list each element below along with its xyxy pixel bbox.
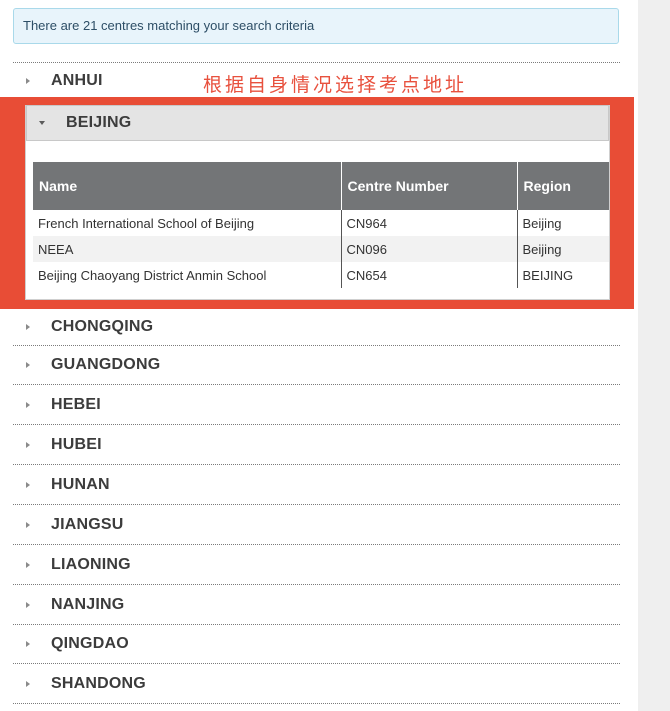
cell-centre-number: CN654 (341, 262, 518, 288)
accordion-label-guangdong: GUANGDONG (51, 356, 161, 373)
cell-name: French International School of Beijing (33, 210, 342, 236)
cell-centre-number: CN096 (341, 236, 518, 262)
column-header-name[interactable]: Name (33, 162, 342, 210)
cell-region: Beijing (522, 215, 562, 231)
accordion-item-jiangsu[interactable]: JIANGSU (13, 504, 620, 544)
accordion-label-hubei: HUBEI (51, 435, 102, 453)
accordion-panel-beijing: BEIJING Name Centre Number Region French… (25, 105, 610, 300)
accordion-label-shandong: SHANDONG (51, 674, 146, 692)
column-header-centre-number[interactable]: Centre Number (341, 162, 518, 210)
accordion-item-shandong[interactable]: SHANDONG (13, 663, 620, 703)
accordion-item-beijing[interactable]: BEIJING (26, 105, 609, 141)
accordion-item-hebei[interactable]: HEBEI (13, 384, 620, 424)
caret-down-icon (39, 121, 45, 125)
caret-right-icon (26, 362, 30, 368)
accordion-item-nanjing[interactable]: NANJING (13, 584, 620, 624)
accordion-item-liaoning[interactable]: LIAONING (13, 544, 620, 584)
table-row: French International School of Beijing C… (33, 210, 609, 236)
accordion-item-guangdong[interactable]: GUANGDONG (13, 345, 620, 384)
caret-right-icon (26, 641, 30, 647)
accordion-item-chongqing[interactable]: CHONGQING (13, 309, 620, 345)
cell-name: NEEA (33, 236, 342, 262)
accordion-label-chongqing: CHONGQING (51, 318, 154, 335)
accordion-item-qingdao[interactable]: QINGDAO (13, 624, 620, 663)
accordion-label-hebei: HEBEI (51, 395, 101, 413)
accordion-label-hunan: HUNAN (51, 475, 110, 493)
table-row: NEEA CN096 Beijing (33, 236, 609, 262)
accordion-item-hunan[interactable]: HUNAN (13, 464, 620, 504)
accordion-label-anhui: ANHUI (51, 71, 103, 89)
accordion-label-beijing: BEIJING (66, 114, 132, 131)
caret-right-icon (26, 77, 30, 84)
page-scroll-gutter (638, 0, 670, 711)
annotation-text: 根据自身情况选择考点地址 (203, 74, 468, 96)
accordion-label-liaoning: LIAONING (51, 555, 131, 573)
caret-right-icon (26, 601, 30, 608)
table-row: Beijing Chaoyang District Anmin School C… (33, 262, 609, 288)
accordion-divider (13, 703, 620, 711)
search-results-notice: There are 21 centres matching your searc… (13, 8, 619, 44)
accordion-label-jiangsu: JIANGSU (51, 515, 124, 533)
caret-right-icon (26, 521, 30, 528)
column-header-region[interactable]: Region (517, 162, 609, 210)
caret-right-icon (26, 680, 30, 687)
cell-region: BEIJING (522, 267, 574, 283)
caret-right-icon (26, 401, 30, 408)
table-header-row: Name Centre Number Region (33, 162, 609, 210)
caret-right-icon (26, 324, 30, 330)
accordion-label-qingdao: QINGDAO (51, 635, 129, 652)
caret-right-icon (26, 441, 30, 448)
cell-region: Beijing (517, 236, 609, 262)
cell-centre-number: CN964 (341, 210, 518, 236)
centres-table: Name Centre Number Region French Interna… (33, 162, 609, 288)
caret-right-icon (26, 561, 30, 568)
accordion-label-nanjing: NANJING (51, 595, 125, 613)
accordion-item-hubei[interactable]: HUBEI (13, 424, 620, 464)
cell-name: Beijing Chaoyang District Anmin School (33, 262, 342, 288)
caret-right-icon (26, 481, 30, 488)
